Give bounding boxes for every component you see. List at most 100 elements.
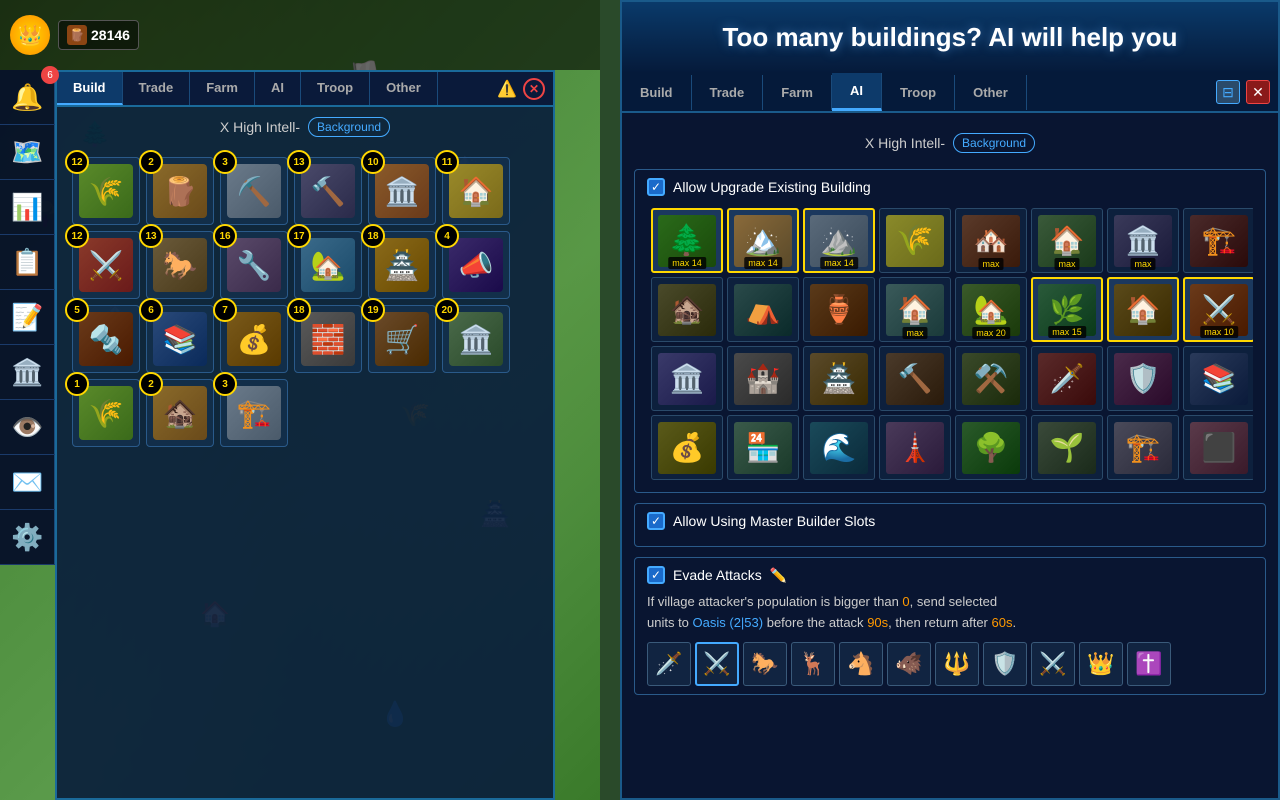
building-item-3-5[interactable]: 19 🛒 — [368, 305, 436, 373]
building-item-3-6[interactable]: 20 🏛️ — [442, 305, 510, 373]
right-tab-ai[interactable]: AI — [832, 73, 882, 111]
bld-cell-b28[interactable]: ⬛ — [1183, 415, 1253, 480]
sidebar-item-settings[interactable]: ⚙️ — [0, 510, 55, 565]
troop-icon-10[interactable]: ✝️ — [1127, 642, 1171, 686]
sidebar-item-messages[interactable]: ✉️ — [0, 455, 55, 510]
bld-cell-b19[interactable]: 🛡️ — [1107, 346, 1179, 411]
building-img-granary: 🏠 — [449, 164, 503, 218]
bld-cell-b5[interactable]: 🏚️ — [651, 277, 723, 342]
left-tab-ai[interactable]: AI — [255, 72, 301, 105]
bld-cell-b21[interactable]: 💰 — [651, 415, 723, 480]
bld-cell-crop[interactable]: 🌾 — [879, 208, 951, 273]
troop-icon-6[interactable]: 🔱 — [935, 642, 979, 686]
alliance-icon: 🏛️ — [11, 357, 43, 388]
left-tab-trade[interactable]: Trade — [123, 72, 191, 105]
bld-cell-b18[interactable]: 🗡️ — [1031, 346, 1103, 411]
bld-cell-iron[interactable]: ⛰️ max 14 — [803, 208, 875, 273]
left-tab-troop[interactable]: Troop — [301, 72, 370, 105]
bld-cell-b3[interactable]: 🏛️ max — [1107, 208, 1179, 273]
left-panel-bg-badge[interactable]: Background — [308, 117, 390, 137]
bld-cell-b2[interactable]: 🏠 max — [1031, 208, 1103, 273]
right-tab-other[interactable]: Other — [955, 75, 1027, 110]
bld-cell-b17[interactable]: ⚒️ — [955, 346, 1027, 411]
building-item-1-5[interactable]: 10 🏛️ — [368, 157, 436, 225]
bld-cell-b20[interactable]: 📚 — [1183, 346, 1253, 411]
building-item-2-5[interactable]: 18 🏯 — [368, 231, 436, 299]
bld-cell-b13[interactable]: 🏛️ — [651, 346, 723, 411]
sidebar-item-reports[interactable]: 📋 — [0, 235, 55, 290]
troop-icon-7[interactable]: 🛡️ — [983, 642, 1027, 686]
evade-time-val: 90s — [867, 615, 888, 630]
bld-cell-b6[interactable]: ⛺ — [727, 277, 799, 342]
bld-cell-b16[interactable]: 🔨 — [879, 346, 951, 411]
bld-cell-b27[interactable]: 🏗️ — [1107, 415, 1179, 480]
right-tab-build[interactable]: Build — [622, 75, 692, 110]
left-tab-farm[interactable]: Farm — [190, 72, 255, 105]
sidebar-item-tasks[interactable]: 📝 — [0, 290, 55, 345]
sidebar-item-alliance[interactable]: 🏛️ — [0, 345, 55, 400]
building-img-embassy: 🏛️ — [449, 312, 503, 366]
bld-cell-b1[interactable]: 🏘️ max — [955, 208, 1027, 273]
bld-cell-b25[interactable]: 🌳 — [955, 415, 1027, 480]
bld-cell-forest[interactable]: 🌲 max 14 — [651, 208, 723, 273]
sidebar-item-overview[interactable]: 👁️ — [0, 400, 55, 455]
bld-cell-b10[interactable]: 🌿 max 15 — [1031, 277, 1103, 342]
building-item-3-4[interactable]: 18 🧱 — [294, 305, 362, 373]
bld-cell-b9[interactable]: 🏡 max 20 — [955, 277, 1027, 342]
sidebar-item-notifications[interactable]: 🔔 6 — [0, 70, 55, 125]
building-item-3-3[interactable]: 7 💰 — [220, 305, 288, 373]
building-item-1-6[interactable]: 11 🏠 — [442, 157, 510, 225]
bld-cell-b15[interactable]: 🏯 — [803, 346, 875, 411]
bld-cell-b12[interactable]: ⚔️ max 10 — [1183, 277, 1253, 342]
building-item-1-2[interactable]: 2 🪵 — [146, 157, 214, 225]
troop-icon-2[interactable]: 🐎 — [743, 642, 787, 686]
troop-icon-3[interactable]: 🦌 — [791, 642, 835, 686]
left-panel-close-button[interactable]: ✕ — [523, 78, 545, 100]
right-tab-farm[interactable]: Farm — [763, 75, 832, 110]
bld-cell-b23[interactable]: 🌊 — [803, 415, 875, 480]
bld-cell-b8[interactable]: 🏠 max — [879, 277, 951, 342]
evade-oasis-link[interactable]: Oasis (2|53) — [693, 615, 764, 630]
building-item-4-1[interactable]: 1 🌾 — [72, 379, 140, 447]
sidebar-item-map[interactable]: 🗺️ — [0, 125, 55, 180]
building-item-2-2[interactable]: 13 🐎 — [146, 231, 214, 299]
troop-icon-9[interactable]: 👑 — [1079, 642, 1123, 686]
bld-cell-b26[interactable]: 🌱 — [1031, 415, 1103, 480]
building-item-4-2[interactable]: 2 🏚️ — [146, 379, 214, 447]
bld-cell-clay[interactable]: 🏔️ max 14 — [727, 208, 799, 273]
right-tab-trade[interactable]: Trade — [692, 75, 764, 110]
bld-cell-b4[interactable]: 🏗️ — [1183, 208, 1253, 273]
sidebar-item-stats[interactable]: 📊 — [0, 180, 55, 235]
bld-cell-b11[interactable]: 🏠 — [1107, 277, 1179, 342]
building-item-2-6[interactable]: 4 📣 — [442, 231, 510, 299]
troop-icon-0[interactable]: 🗡️ — [647, 642, 691, 686]
right-panel-minimize-button[interactable]: ⊟ — [1216, 80, 1240, 104]
building-item-2-1[interactable]: 12 ⚔️ — [72, 231, 140, 299]
right-tab-troop[interactable]: Troop — [882, 75, 955, 110]
troop-icon-4[interactable]: 🐴 — [839, 642, 883, 686]
building-item-3-1[interactable]: 5 🔩 — [72, 305, 140, 373]
right-panel-close-button[interactable]: ✕ — [1246, 80, 1270, 104]
bld-cell-b22[interactable]: 🏪 — [727, 415, 799, 480]
troop-icon-5[interactable]: 🐗 — [887, 642, 931, 686]
building-item-4-3[interactable]: 3 🏗️ — [220, 379, 288, 447]
allow-upgrade-checkbox[interactable]: ✓ — [647, 178, 665, 196]
allow-master-builder-checkbox[interactable]: ✓ — [647, 512, 665, 530]
building-item-3-2[interactable]: 6 📚 — [146, 305, 214, 373]
left-tab-build[interactable]: Build — [57, 72, 123, 105]
building-item-1-4[interactable]: 13 🔨 — [294, 157, 362, 225]
building-item-2-4[interactable]: 17 🏡 — [294, 231, 362, 299]
bld-cell-b14[interactable]: 🏰 — [727, 346, 799, 411]
evade-edit-icon[interactable]: ✏️ — [770, 567, 787, 584]
building-item-1-1[interactable]: 12 🌾 — [72, 157, 140, 225]
right-panel-bg-badge[interactable]: Background — [953, 133, 1035, 153]
building-item-1-3[interactable]: 3 ⛏️ — [220, 157, 288, 225]
building-item-2-3[interactable]: 16 🔧 — [220, 231, 288, 299]
evade-attacks-checkbox[interactable]: ✓ — [647, 566, 665, 584]
right-panel-title: X High Intell- — [865, 135, 945, 151]
bld-cell-b24[interactable]: 🗼 — [879, 415, 951, 480]
troop-icon-1[interactable]: ⚔️ — [695, 642, 739, 686]
left-tab-other[interactable]: Other — [370, 72, 438, 105]
troop-icon-8[interactable]: ⚔️ — [1031, 642, 1075, 686]
bld-cell-b7[interactable]: 🏺 — [803, 277, 875, 342]
